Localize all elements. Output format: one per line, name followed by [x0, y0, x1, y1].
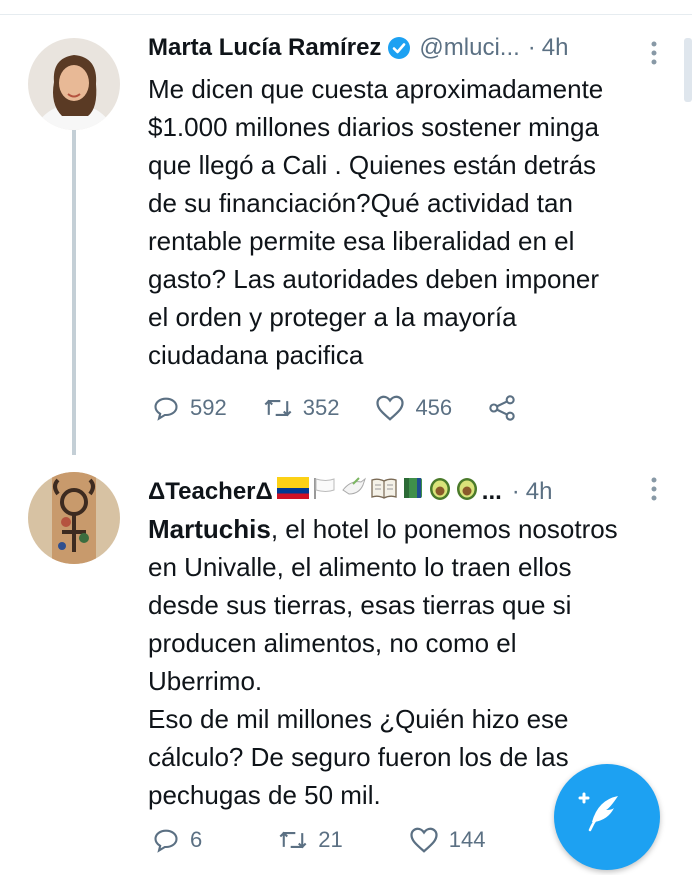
reply-icon [154, 397, 178, 421]
reply-button[interactable]: 592 [152, 394, 227, 422]
handle[interactable]: @mluci... [419, 34, 519, 62]
like-count: 144 [448, 827, 486, 852]
thread-connector-line [72, 130, 76, 455]
green-book-icon [401, 476, 425, 507]
avatar[interactable] [28, 38, 120, 130]
like-count: 456 [415, 395, 453, 420]
avatar[interactable] [28, 472, 120, 564]
tweet-text: Me dicen que cuesta aproximadamente $1.0… [148, 74, 604, 370]
tweet-header: ΔTeacherΔ ... · 4h [148, 475, 553, 508]
separator: · [511, 477, 520, 505]
share-icon [489, 395, 515, 421]
compose-tweet-button[interactable] [554, 764, 660, 870]
top-divider [0, 0, 692, 15]
more-options-icon[interactable] [649, 476, 659, 502]
avocado-icon [428, 475, 452, 508]
retweet-count: 352 [302, 395, 340, 420]
tweet-text-bold: Martuchis [148, 514, 271, 544]
dove-icon [341, 476, 367, 507]
reply-icon [154, 829, 178, 853]
display-name-ellipsis: ... [481, 477, 502, 505]
share-button[interactable] [488, 394, 526, 422]
retweet-button[interactable]: 352 [263, 394, 340, 422]
colombia-flag-icon [276, 477, 309, 506]
display-name[interactable]: Marta Lucía Ramírez [148, 34, 381, 62]
reply-button[interactable]: 6 [152, 826, 202, 854]
retweet-icon [264, 399, 292, 417]
reply-count: 592 [190, 395, 227, 420]
timestamp[interactable]: 4h [526, 478, 553, 506]
scrollbar[interactable] [684, 38, 692, 102]
white-flag-icon [312, 476, 338, 507]
display-name[interactable]: ΔTeacherΔ [148, 478, 273, 506]
tweet-text-body: , el hotel lo ponemos nosotros en Unival… [148, 514, 618, 810]
retweet-count: 21 [318, 827, 343, 852]
retweet-icon [279, 831, 307, 849]
like-button[interactable]: 144 [409, 826, 486, 854]
tweet-header: Marta Lucía Ramírez @mluci... · 4h [148, 34, 569, 62]
compose-feather-icon [578, 792, 618, 832]
like-button[interactable]: 456 [375, 394, 452, 422]
heart-icon [376, 395, 405, 421]
avocado-icon [455, 475, 479, 508]
timestamp[interactable]: 4h [542, 34, 569, 62]
verified-badge-icon [387, 36, 411, 60]
separator: · [527, 34, 536, 61]
tweet-actions: 6 21 144 [152, 826, 521, 854]
retweet-button[interactable]: 21 [278, 826, 343, 854]
name-emoji-row [276, 475, 482, 508]
more-options-icon[interactable] [649, 40, 659, 66]
tweet-actions: 592 352 456 [152, 394, 562, 422]
heart-icon [410, 827, 438, 853]
reply-count: 6 [190, 827, 203, 852]
open-book-icon [370, 477, 398, 506]
